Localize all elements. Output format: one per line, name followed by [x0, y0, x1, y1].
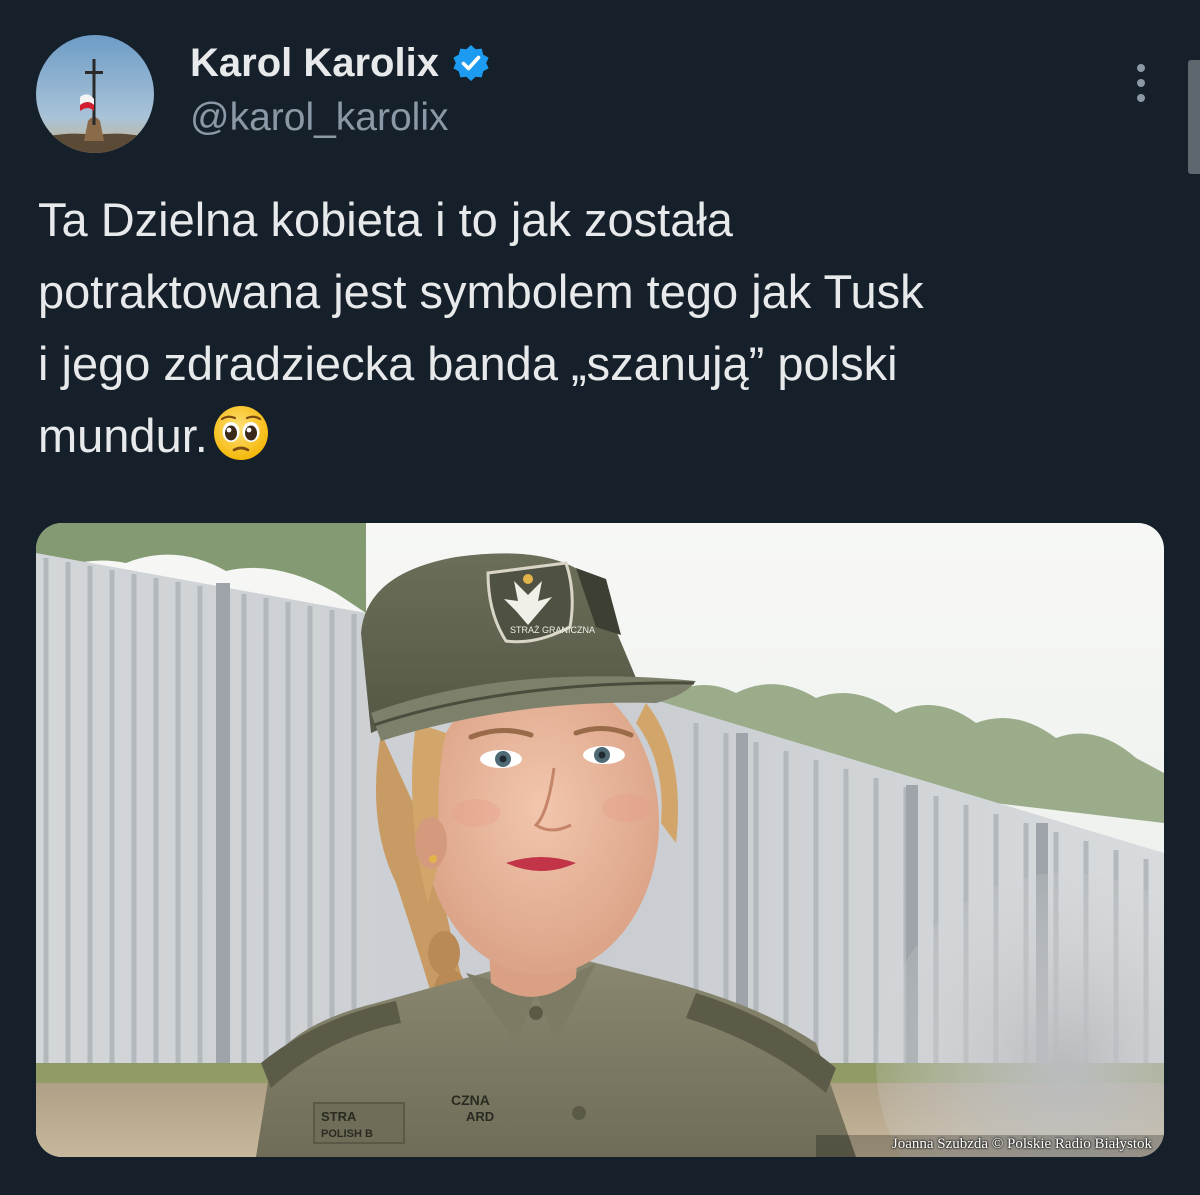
- tweet-text-line: potraktowana jest symbolem tego jak Tusk: [38, 265, 924, 318]
- author-name-row: Karol Karolix: [190, 38, 491, 88]
- avatar-cross-flag-icon: [36, 35, 154, 153]
- svg-text:ARD: ARD: [466, 1109, 494, 1124]
- tweet-text: Ta Dzielna kobieta i to jak została potr…: [38, 184, 1168, 472]
- shirt-patch-left: STRA: [321, 1109, 357, 1124]
- svg-text:POLISH B: POLISH B: [321, 1128, 373, 1140]
- tweet-text-line-last: mundur.: [38, 400, 1168, 472]
- photo-border-guard-officer: STRA POLISH B CZNA ARD STRAŻ GRANICZNA: [36, 523, 1164, 1157]
- shirt-patch-right: CZNA: [451, 1092, 490, 1108]
- author-display-name[interactable]: Karol Karolix: [190, 41, 439, 86]
- tweet-media-photo[interactable]: STRA POLISH B CZNA ARD STRAŻ GRANICZNA J…: [36, 523, 1164, 1157]
- photo-credit: Joanna Szubzda © Polskie Radio Białystok: [891, 1136, 1152, 1152]
- tweet-text-line: i jego zdradziecka banda „szanują” polsk…: [38, 337, 898, 390]
- avatar[interactable]: [36, 35, 154, 153]
- pleading-face-icon: [212, 404, 270, 462]
- scrollbar[interactable]: [1188, 60, 1200, 174]
- tweet-text-line: mundur.: [38, 409, 208, 462]
- cap-patch-text: STRAŻ GRANICZNA: [510, 625, 595, 635]
- verified-badge-icon[interactable]: [451, 43, 491, 83]
- more-vertical-icon[interactable]: [1126, 60, 1156, 106]
- author-handle[interactable]: @karol_karolix: [190, 96, 449, 140]
- tweet-text-line: Ta Dzielna kobieta i to jak została: [38, 193, 733, 246]
